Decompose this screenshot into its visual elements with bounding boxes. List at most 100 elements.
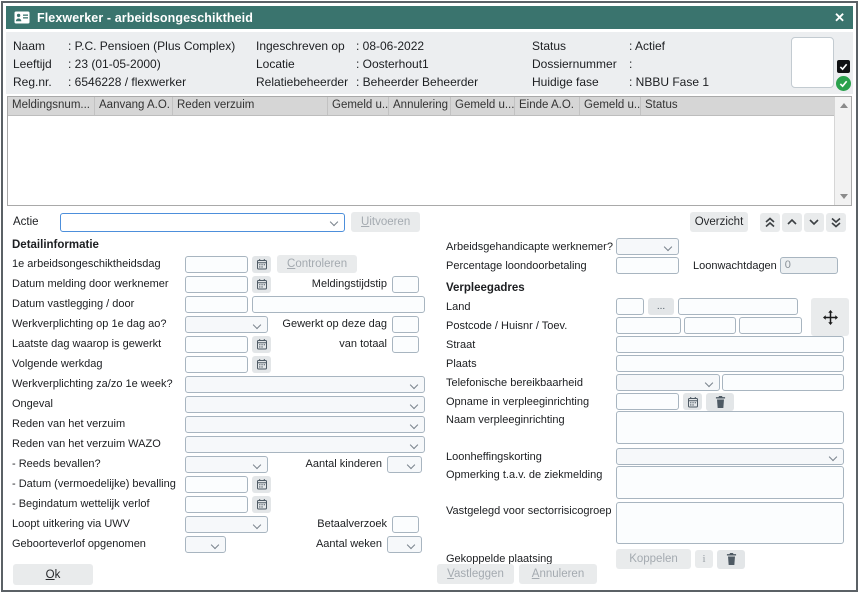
already-delivered-select[interactable] (185, 456, 268, 473)
sector-risk-group-textarea[interactable] (616, 502, 844, 544)
field-label: Gewerkt op deze dag (282, 318, 387, 330)
form-row: - Datum (vermoedelijke) bevalling (12, 474, 433, 494)
house-number-addition-input[interactable] (739, 317, 802, 334)
country-code-input[interactable] (616, 298, 644, 315)
form-row: Laatste dag waarop is gewerkt van totaal (12, 334, 433, 354)
calendar-button[interactable] (252, 496, 271, 513)
children-count-select[interactable] (387, 456, 422, 473)
form-row: Ongeval (12, 394, 433, 414)
house-number-input[interactable] (684, 317, 736, 334)
calendar-button[interactable] (252, 356, 271, 373)
recorded-by-input[interactable] (252, 296, 425, 313)
uwv-benefit-select[interactable] (185, 516, 268, 533)
next-workday-input[interactable] (185, 356, 248, 373)
last-record-button[interactable] (826, 213, 846, 232)
disabled-employee-select[interactable] (616, 238, 679, 255)
form-row: Vastgelegd voor sectorrisicogroep (446, 502, 852, 548)
ok-button[interactable]: Ok (13, 564, 93, 585)
uitvoeren-button[interactable]: Uitvoeren (351, 212, 420, 232)
field-label: Straat (446, 339, 616, 351)
care-institution-name-textarea[interactable] (616, 411, 844, 444)
move-icon[interactable] (811, 298, 849, 336)
close-icon[interactable]: ✕ (834, 11, 845, 24)
next-record-button[interactable] (804, 213, 824, 232)
phone-number-input[interactable] (722, 374, 844, 391)
weeks-count-select[interactable] (387, 536, 422, 553)
column-header[interactable]: Meldingsnum... (8, 97, 95, 115)
column-header[interactable]: Status (641, 97, 834, 115)
field-label: Opmerking t.a.v. de ziekmelding (446, 466, 616, 481)
field-label: Loopt uitkering via UWV (12, 518, 185, 530)
statutory-leave-start-input[interactable] (185, 496, 248, 513)
field-label: Naam (13, 39, 68, 53)
last-worked-day-input[interactable] (185, 336, 248, 353)
detail-right-column: Arbeidsgehandicapte werknemer? Percentag… (446, 237, 852, 570)
controleren-button[interactable]: Controleren (277, 255, 357, 273)
field-label: - Begindatum wettelijk verlof (12, 498, 185, 510)
calendar-button[interactable] (252, 256, 271, 273)
field-label: Reden van het verzuim WAZO (12, 438, 185, 450)
first-record-button[interactable] (760, 213, 780, 232)
checked-checkbox-icon[interactable] (837, 60, 850, 73)
worked-this-day-input[interactable] (392, 316, 419, 333)
column-header[interactable]: Gemeld u... (451, 97, 515, 115)
scroll-up-icon[interactable] (840, 103, 848, 108)
street-input[interactable] (616, 336, 844, 353)
table-body-empty[interactable] (8, 116, 834, 205)
payment-request-input[interactable] (392, 516, 419, 533)
previous-record-button[interactable] (782, 213, 802, 232)
calendar-button[interactable] (252, 276, 271, 293)
scroll-down-icon[interactable] (840, 194, 848, 199)
weekend-work-obligation-select[interactable] (185, 376, 425, 393)
delete-icon[interactable] (706, 393, 734, 411)
table-header-row: Meldingsnum... Aanvang A.O. Reden verzui… (8, 97, 834, 116)
care-admission-date-input[interactable] (616, 393, 679, 410)
absence-reason-select[interactable] (185, 416, 425, 433)
expected-delivery-date-input[interactable] (185, 476, 248, 493)
overzicht-button[interactable]: Overzicht (690, 212, 748, 232)
field-label: Volgende werkdag (12, 358, 185, 370)
field-label: Aantal kinderen (306, 458, 382, 470)
field-label: Werkverplichting za/zo 1e week? (12, 378, 185, 390)
calendar-button[interactable] (252, 476, 271, 493)
action-row: Actie Uitvoeren Overzicht (7, 211, 852, 233)
column-header[interactable]: Gemeld u... (580, 97, 641, 115)
annuleren-button[interactable]: Annuleren (519, 564, 597, 584)
column-header[interactable]: Reden verzuim (173, 97, 328, 115)
detail-left-column: Detailinformatie 1e arbeidsongeschikthei… (7, 237, 433, 570)
report-date-input[interactable] (185, 276, 248, 293)
phone-availability-select[interactable] (616, 374, 720, 391)
city-input[interactable] (616, 355, 844, 372)
record-date-input[interactable] (185, 296, 248, 313)
column-header[interactable]: Gemeld u... (328, 97, 389, 115)
birth-leave-taken-select[interactable] (185, 536, 226, 553)
of-total-input[interactable] (392, 336, 419, 353)
sick-report-remark-textarea[interactable] (616, 466, 844, 499)
column-header[interactable]: Annulering (389, 97, 451, 115)
calendar-button[interactable] (683, 393, 702, 410)
table-scrollbar[interactable] (834, 97, 851, 205)
first-ao-day-input[interactable] (185, 256, 248, 273)
vastleggen-button[interactable]: Vastleggen (437, 564, 514, 584)
payroll-tax-credit-select[interactable] (616, 448, 844, 465)
field-value: : 6546228 / flexwerker (68, 75, 186, 89)
form-row: Plaats (446, 354, 852, 373)
absence-reason-wazo-select[interactable] (185, 436, 425, 453)
field-label: Opname in verpleeginrichting (446, 396, 616, 408)
field-label: Huidige fase (532, 75, 629, 89)
field-label: Telefonische bereikbaarheid (446, 377, 616, 389)
calendar-button[interactable] (252, 336, 271, 353)
column-header[interactable]: Einde A.O. (515, 97, 580, 115)
country-name-input[interactable] (678, 298, 798, 315)
report-time-input[interactable] (392, 276, 419, 293)
wage-continuation-percentage-input[interactable] (616, 257, 679, 274)
action-select[interactable] (60, 213, 345, 232)
country-lookup-button[interactable]: ... (648, 298, 674, 315)
field-label: Leeftijd (13, 57, 68, 71)
postcode-input[interactable] (616, 317, 681, 334)
field-label: Ingeschreven op (256, 39, 356, 53)
column-header[interactable]: Aanvang A.O. (95, 97, 173, 115)
work-obligation-first-day-select[interactable] (185, 316, 268, 333)
accident-select[interactable] (185, 396, 425, 413)
field-label: Status (532, 39, 629, 53)
